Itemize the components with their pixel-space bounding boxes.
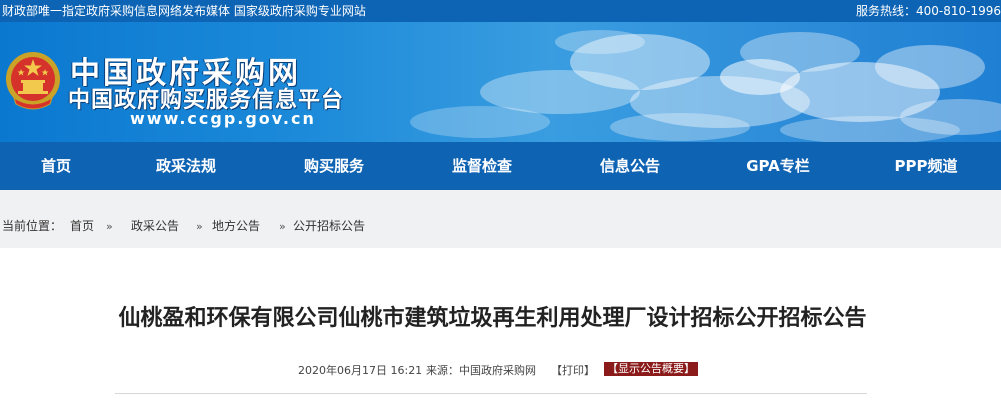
site-notice: 财政部唯一指定政府采购信息网络发布媒体 国家级政府采购专业网站 (2, 4, 366, 18)
article-title: 仙桃盈和环保有限公司仙桃市建筑垃圾再生利用处理厂设计招标公开招标公告 (118, 306, 867, 331)
nav-item-home[interactable]: 首页 (0, 142, 112, 190)
nav-item-regulations[interactable]: 政采法规 (112, 142, 260, 190)
nav-item-announcements[interactable]: 信息公告 (556, 142, 704, 190)
nav-item-supervision[interactable]: 监督检查 (408, 142, 556, 190)
site-url: www.ccgp.gov.cn (130, 109, 316, 128)
breadcrumb-label: 当前位置： (2, 219, 63, 233)
article-source: 来源：中国政府采购网 (426, 364, 536, 377)
breadcrumb-item-local-notices[interactable]: 地方公告 (212, 219, 260, 233)
breadcrumb-item-home[interactable]: 首页 (70, 219, 94, 233)
breadcrumb-separator: » (196, 220, 203, 233)
site-banner: 中国政府采购网 中国政府购买服务信息平台 www.ccgp.gov.cn (0, 22, 1001, 142)
show-summary-button[interactable]: 【显示公告概要】 (604, 362, 698, 376)
breadcrumb-item-procurement-notices[interactable]: 政采公告 (131, 219, 179, 233)
nav-item-purchase-services[interactable]: 购买服务 (260, 142, 408, 190)
print-link[interactable]: 【打印】 (551, 362, 595, 378)
national-emblem-icon (6, 52, 60, 110)
publish-datetime: 2020年06月17日 16:21 (298, 364, 423, 377)
nav-item-gpa[interactable]: GPA专栏 (704, 142, 852, 190)
breadcrumb: 当前位置： 首页 » 政采公告 » 地方公告 » 公开招标公告 (0, 190, 1001, 248)
breadcrumb-separator: » (106, 220, 113, 233)
breadcrumb-separator: » (279, 220, 286, 233)
service-hotline: 服务热线：400-810-1996 (855, 4, 1001, 18)
divider (115, 393, 867, 394)
top-info-bar: 财政部唯一指定政府采购信息网络发布媒体 国家级政府采购专业网站 服务热线：400… (0, 0, 1001, 22)
breadcrumb-item-open-tender[interactable]: 公开招标公告 (293, 219, 365, 233)
nav-item-ppp[interactable]: PPP频道 (852, 142, 1000, 190)
main-nav: 首页 政采法规 购买服务 监督检查 信息公告 GPA专栏 PPP频道 (0, 142, 1001, 190)
